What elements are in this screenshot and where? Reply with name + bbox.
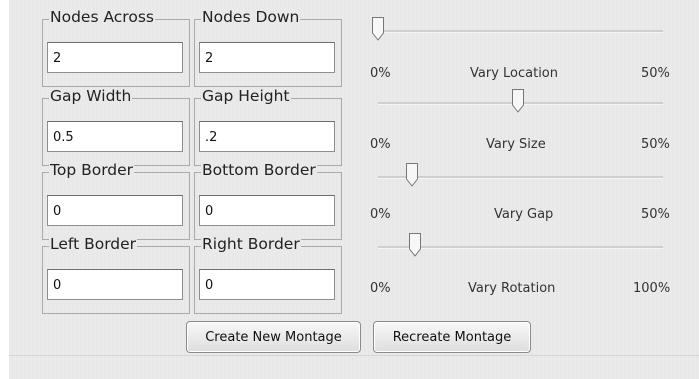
vary-location-track[interactable] <box>378 30 663 33</box>
recreate-montage-button[interactable]: Recreate Montage <box>373 321 531 353</box>
vary-gap-thumb[interactable] <box>405 162 419 188</box>
vary-location-name: Vary Location <box>470 66 559 81</box>
right-border-input[interactable] <box>199 269 335 300</box>
gap-width-input[interactable] <box>47 121 183 152</box>
bottom-border-label: Bottom Border <box>201 161 317 179</box>
nodes-across-group: Nodes Across <box>42 8 190 87</box>
panel-bottom-divider <box>9 355 699 356</box>
right-border-label: Right Border <box>201 235 301 253</box>
vary-location-min-label: 0% <box>370 66 391 81</box>
vary-rotation-min-label: 0% <box>370 281 391 296</box>
nodes-across-input[interactable] <box>47 42 183 73</box>
vary-gap-name: Vary Gap <box>494 207 554 222</box>
left-border-input[interactable] <box>47 269 183 300</box>
vary-size-max-label: 50% <box>641 137 670 152</box>
vary-size-thumb[interactable] <box>511 88 525 114</box>
vary-gap-max-label: 50% <box>641 207 670 222</box>
vary-size-name: Vary Size <box>486 137 546 152</box>
vary-rotation-max-label: 100% <box>633 281 671 296</box>
vary-gap-track[interactable] <box>378 176 663 179</box>
top-border-label: Top Border <box>49 161 135 179</box>
gap-height-label: Gap Height <box>201 87 291 105</box>
vary-location-max-label: 50% <box>641 66 670 81</box>
nodes-across-label: Nodes Across <box>49 8 155 26</box>
create-new-montage-button[interactable]: Create New Montage <box>186 321 361 353</box>
vary-location-thumb[interactable] <box>371 16 385 42</box>
vary-gap-min-label: 0% <box>370 207 391 222</box>
top-border-input[interactable] <box>47 195 183 226</box>
gap-width-group: Gap Width <box>42 87 190 166</box>
gap-height-group: Gap Height <box>194 87 342 166</box>
left-border-label: Left Border <box>49 235 138 253</box>
bottom-border-input[interactable] <box>199 195 335 226</box>
bottom-border-group: Bottom Border <box>194 161 342 240</box>
gap-height-input[interactable] <box>199 121 335 152</box>
left-border-group: Left Border <box>42 235 190 314</box>
nodes-down-group: Nodes Down <box>194 8 342 87</box>
nodes-down-label: Nodes Down <box>201 8 301 26</box>
vary-rotation-name: Vary Rotation <box>468 281 556 296</box>
right-border-group: Right Border <box>194 235 342 314</box>
nodes-down-input[interactable] <box>199 42 335 73</box>
top-border-group: Top Border <box>42 161 190 240</box>
vary-rotation-thumb[interactable] <box>408 232 422 258</box>
gap-width-label: Gap Width <box>49 87 133 105</box>
vary-size-min-label: 0% <box>370 137 391 152</box>
